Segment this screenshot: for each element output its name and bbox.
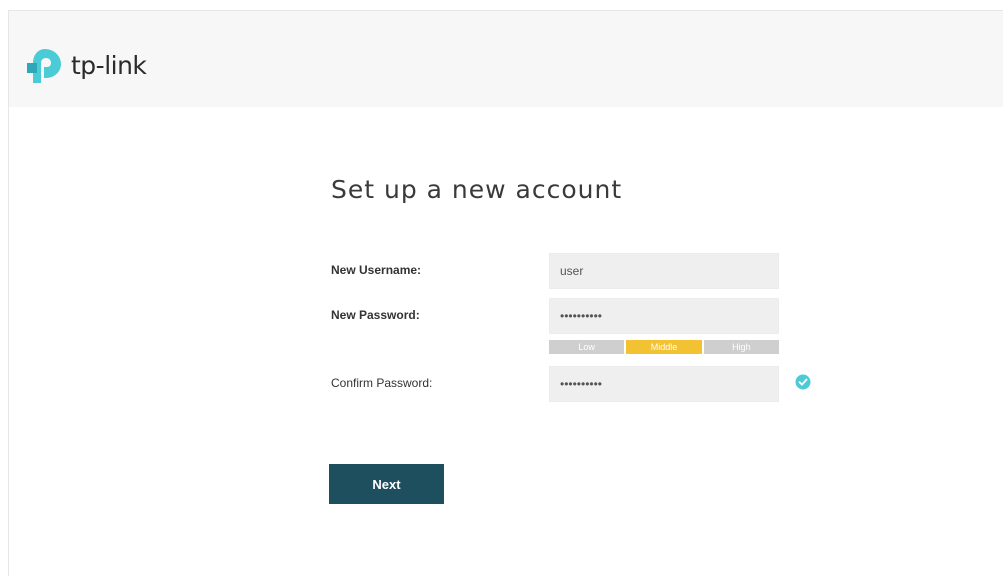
tp-link-logo-icon [27,49,61,83]
page-frame: tp-link Set up a new account New Usernam… [8,10,1003,576]
check-circle-icon [795,374,811,390]
strength-low: Low [549,340,625,354]
confirm-password-label: Confirm Password: [331,376,433,390]
next-button[interactable]: Next [329,464,444,504]
logo-text: tp-link [71,50,147,80]
page-title: Set up a new account [331,175,623,204]
strength-middle: Middle [626,340,702,354]
new-username-input[interactable] [549,253,779,289]
header-bar: tp-link [9,11,1003,107]
new-password-input[interactable] [549,298,779,334]
confirm-password-input[interactable] [549,366,779,402]
new-username-label: New Username: [331,263,422,277]
password-strength-meter: Low Middle High [549,340,779,354]
new-password-label: New Password: [331,308,420,322]
tp-link-logo: tp-link [27,45,147,85]
strength-high: High [703,340,779,354]
